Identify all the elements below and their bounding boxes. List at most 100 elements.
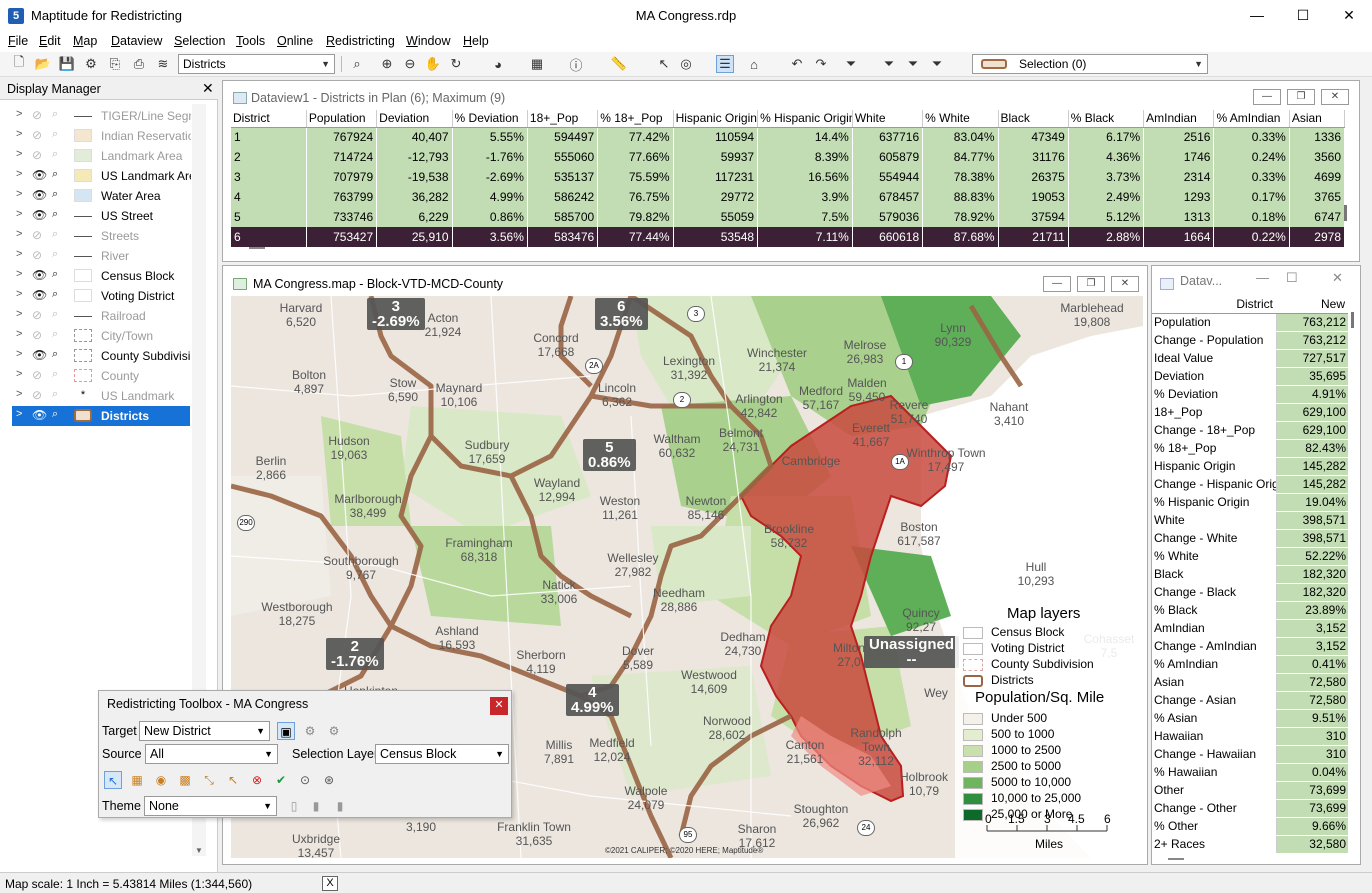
menu-selection[interactable]: Selection [174, 34, 225, 48]
table-row[interactable]: % AmIndian 0.41% [1152, 655, 1348, 674]
table-row[interactable]: Hispanic Origin 145,282 [1152, 457, 1348, 476]
close-icon[interactable]: ✕ [490, 697, 508, 715]
table-row[interactable]: Change - Population 763,212 [1152, 331, 1348, 350]
table-row[interactable]: 2+ Races 32,580 [1152, 835, 1348, 854]
column-header[interactable]: % Deviation [452, 110, 528, 128]
table-row[interactable]: % White 52.22% [1152, 547, 1348, 566]
source-select[interactable]: All ▼ [145, 744, 278, 764]
selection-select[interactable]: Selection (0) ▼ [972, 54, 1208, 74]
visibility-eye-icon[interactable]: 👁 [32, 168, 48, 182]
table-row[interactable]: % Black 23.89% [1152, 601, 1348, 620]
circle-select-icon[interactable]: ◉ [152, 771, 170, 789]
visibility-eye-icon[interactable]: 👁 [32, 408, 48, 422]
table-row[interactable]: Change - White 398,571 [1152, 529, 1348, 548]
layer-row[interactable]: > 👁 ⌕ Voting District [12, 286, 190, 306]
save-icon[interactable]: 💾 [58, 55, 76, 73]
line-select-icon[interactable]: ⤡ [200, 771, 218, 789]
label-toggle-icon[interactable]: ⌕ [52, 328, 68, 342]
label-toggle-icon[interactable]: ⌕ [52, 268, 68, 282]
table-row[interactable]: 18+_Pop 629,100 [1152, 403, 1348, 422]
table-row[interactable]: Asian 72,580 [1152, 673, 1348, 692]
minimize-window-icon[interactable]: — [1234, 0, 1280, 32]
table-row[interactable]: 2 714724 -12,793 -1.76% 555060 77.66% 59937 8.3… [231, 147, 1346, 167]
zoom-selection-icon[interactable]: ⊙ [296, 771, 314, 789]
column-header[interactable]: % Black [1068, 110, 1145, 128]
label-toggle-icon[interactable]: ⌕ [52, 208, 68, 222]
menu-online[interactable]: Online [277, 34, 313, 48]
table-row[interactable]: Black 182,320 [1152, 565, 1348, 584]
pointer-select-icon[interactable]: ↖ [104, 771, 122, 789]
table-row[interactable]: Change - Asian 72,580 [1152, 691, 1348, 710]
expand-chevron-icon[interactable]: > [16, 208, 22, 220]
label-toggle-icon[interactable]: ⌕ [52, 148, 68, 162]
district-label[interactable]: 5 0.86% [583, 439, 636, 471]
menu-edit[interactable]: Edit [39, 34, 61, 48]
column-header[interactable]: % 18+_Pop [597, 110, 674, 128]
menu-file[interactable]: File [8, 34, 28, 48]
table-row[interactable]: % Hawaiian 0.04% [1152, 763, 1348, 782]
column-header-district[interactable]: District [1152, 296, 1276, 314]
zoom-district-icon[interactable]: ⊛ [320, 771, 338, 789]
visibility-eye-icon[interactable]: ⊘ [32, 228, 48, 242]
label-toggle-icon[interactable]: ⌕ [52, 368, 68, 382]
visibility-eye-icon[interactable]: 👁 [32, 268, 48, 282]
label-toggle-icon[interactable]: ⌕ [52, 188, 68, 202]
table-row[interactable]: 3 707979 -19,538 -2.69% 535137 75.59% 117231 16… [231, 167, 1346, 187]
table-row[interactable]: White 398,571 [1152, 511, 1348, 530]
visibility-eye-icon[interactable]: 👁 [32, 288, 48, 302]
column-header[interactable]: Hispanic Origin [673, 110, 759, 128]
layer-row[interactable]: > ⊘ ⌕ Indian Reservatio [12, 126, 191, 146]
visibility-eye-icon[interactable]: 👁 [32, 348, 48, 362]
table-row[interactable]: Change - Hispanic Origin 145,282 [1152, 475, 1348, 494]
expand-chevron-icon[interactable]: > [16, 268, 22, 280]
visibility-eye-icon[interactable]: ⊘ [32, 368, 48, 382]
table-row[interactable]: Change - Black 182,320 [1152, 583, 1348, 602]
column-header[interactable]: AmIndian [1143, 110, 1215, 128]
layers-icon[interactable]: ≋ [154, 55, 172, 73]
column-header[interactable]: Asian [1289, 110, 1346, 128]
label-toggle-icon[interactable]: ⌕ [52, 228, 68, 242]
expand-chevron-icon[interactable]: > [16, 248, 22, 260]
district-label[interactable]: 3 -2.69% [367, 298, 425, 330]
menu-tools[interactable]: Tools [236, 34, 265, 48]
column-header[interactable]: % White [922, 110, 999, 128]
column-header[interactable]: 18+_Pop [527, 110, 599, 128]
assign-icon[interactable]: ⚙ [301, 722, 319, 740]
expand-chevron-icon[interactable]: > [16, 348, 22, 360]
theme-document-icon[interactable]: ▯ [285, 797, 303, 815]
table-row[interactable]: Change - 18+_Pop 629,100 [1152, 421, 1348, 440]
label-toggle-icon[interactable]: ⌕ [52, 348, 68, 362]
menu-window[interactable]: Window [406, 34, 450, 48]
menu-dataview[interactable]: Dataview [111, 34, 162, 48]
layer-row[interactable]: > ⊘ ⌕ Streets [12, 226, 190, 246]
expand-chevron-icon[interactable]: > [16, 188, 22, 200]
menu-help[interactable]: Help [463, 34, 489, 48]
scrollbar-thumb[interactable] [1351, 312, 1354, 328]
menu-redistricting[interactable]: Redistricting [326, 34, 395, 48]
table-row[interactable]: Change - AmIndian 3,152 [1152, 637, 1348, 656]
layer-row[interactable]: > ⊘ ⌕ River [12, 246, 190, 266]
scrollbar-thumb[interactable] [1344, 205, 1347, 221]
layer-row[interactable]: > 👁 ⌕ County Subdivisi [12, 346, 190, 366]
table-row[interactable]: Change - Other 73,699 [1152, 799, 1348, 818]
district-label[interactable]: 2 -1.76% [326, 638, 384, 670]
info-icon[interactable]: ⓘ [567, 55, 585, 73]
layer-row[interactable]: > 👁 ⌕ US Street [12, 206, 190, 226]
expand-chevron-icon[interactable]: > [16, 308, 22, 320]
column-header[interactable]: Population [306, 110, 378, 128]
label-toggle-icon[interactable]: ⌕ [52, 248, 68, 262]
new-file-icon[interactable]: 🗋 [10, 54, 28, 73]
expand-chevron-icon[interactable]: > [16, 328, 22, 340]
theme-copy-icon[interactable]: ▮ [307, 797, 325, 815]
grid-select-icon[interactable]: ▦ [128, 771, 146, 789]
redo-icon[interactable]: ↷ [812, 55, 830, 73]
minimize-icon[interactable]: — [1043, 276, 1071, 292]
print-icon[interactable]: ⎙ [130, 55, 148, 73]
layer-row[interactable]: > ⊘ ⌕ County [12, 366, 190, 386]
restore-icon[interactable]: ❐ [1077, 276, 1105, 292]
table-row[interactable]: Change - Hawaiian 310 [1152, 745, 1348, 764]
column-header[interactable]: % Hispanic Origin [757, 110, 853, 128]
column-header[interactable]: District [231, 110, 307, 128]
label-toggle-icon[interactable]: ⌕ [52, 288, 68, 302]
maximize-icon[interactable]: ☐ [1286, 270, 1298, 286]
